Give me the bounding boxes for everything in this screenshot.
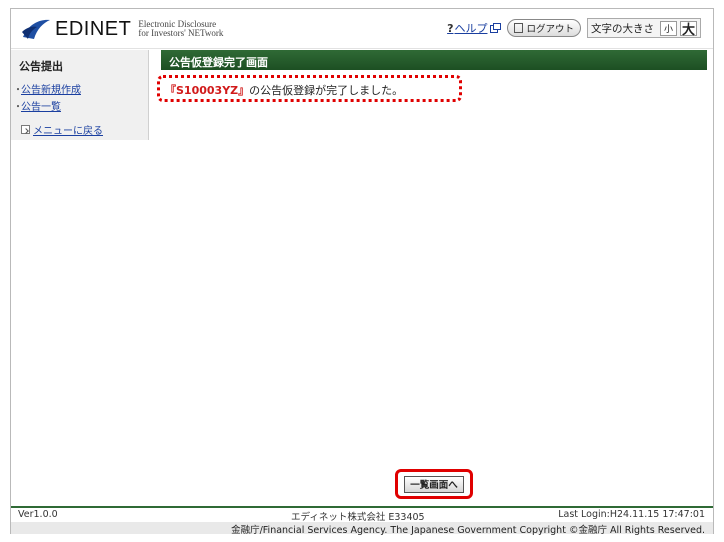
font-size-label: 文字の大きさ xyxy=(591,22,654,35)
version-label: Ver1.0.0 xyxy=(18,509,58,520)
header: EDINET Electronic Disclosure for Investo… xyxy=(11,9,713,49)
edinet-logo-mark-icon xyxy=(22,19,50,39)
font-size-small-button[interactable]: 小 xyxy=(660,20,677,36)
message-highlight-outline xyxy=(157,75,462,102)
sidebar: 公告提出 公告新規作成 公告一覧 メニューに戻る xyxy=(11,50,149,140)
copyright-bar: 金融庁/Financial Services Agency. The Japan… xyxy=(11,522,713,536)
sidebar-item-notice-list[interactable]: 公告一覧 xyxy=(11,97,148,114)
brand-name: EDINET xyxy=(55,17,132,40)
company-label: エディネット株式会社 E33405 xyxy=(291,512,425,523)
help-link[interactable]: ? ヘルプ xyxy=(447,20,502,36)
app-window: EDINET Electronic Disclosure for Investo… xyxy=(10,8,714,536)
header-tools: ? ヘルプ ログアウト 文字の大きさ 小 大 xyxy=(447,18,701,38)
list-screen-button[interactable]: 一覧画面へ xyxy=(404,475,464,493)
back-arrow-icon xyxy=(21,125,30,134)
last-login-label: Last Login:H24.11.15 17:47:01 xyxy=(558,509,705,520)
external-window-icon xyxy=(490,23,502,33)
door-icon xyxy=(514,23,524,33)
font-size-control: 文字の大きさ 小 大 xyxy=(587,18,701,38)
help-question-mark: ? xyxy=(447,21,454,35)
logout-label: ログアウト xyxy=(526,24,574,35)
main-content: 公告仮登録完了画面 『S10003YZ』の公告仮登録が完了しました。 xyxy=(149,50,713,104)
font-size-large-button[interactable]: 大 xyxy=(680,20,697,38)
help-label: ヘルプ xyxy=(454,22,488,35)
sidebar-item-new-notice[interactable]: 公告新規作成 xyxy=(11,80,148,97)
brand-subtitle-line2: for Investors' NETwork xyxy=(138,28,224,38)
logout-button[interactable]: ログアウト xyxy=(507,19,581,37)
list-button-highlight: 一覧画面へ xyxy=(395,469,473,499)
brand-subtitle: Electronic Disclosure for Investors' NET… xyxy=(138,20,223,38)
footer-status: Ver1.0.0 エディネット株式会社 E33405 Last Login:H2… xyxy=(11,509,713,523)
back-to-menu-link[interactable]: メニューに戻る xyxy=(11,114,148,137)
sidebar-title: 公告提出 xyxy=(19,60,63,73)
footer-divider xyxy=(11,506,713,508)
edinet-logo: EDINET Electronic Disclosure for Investo… xyxy=(21,17,223,41)
back-to-menu-label: メニューに戻る xyxy=(33,126,103,137)
page-title: 公告仮登録完了画面 xyxy=(161,50,707,70)
